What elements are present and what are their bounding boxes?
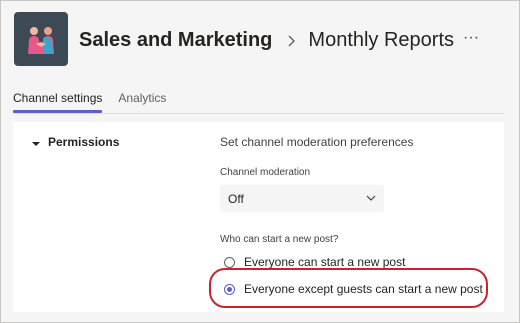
radio-label: Everyone can start a new post — [244, 255, 406, 269]
team-name[interactable]: Sales and Marketing — [79, 29, 272, 52]
breadcrumb: Sales and Marketing Monthly Reports ··· — [79, 29, 479, 52]
tabs-divider — [13, 113, 504, 114]
new-post-question: Who can start a new post? — [220, 234, 339, 245]
channel-name: Monthly Reports — [308, 29, 455, 51]
option-everyone[interactable]: Everyone can start a new post — [224, 255, 405, 269]
dropdown-value: Off — [228, 192, 244, 206]
permissions-description: Set channel moderation preferences — [220, 135, 414, 149]
handshake-icon — [28, 27, 54, 54]
chevron-right-icon — [288, 35, 296, 46]
channel-moderation-dropdown[interactable]: Off — [220, 185, 384, 212]
more-options-icon[interactable]: ··· — [463, 29, 479, 47]
radio-everyone[interactable] — [224, 256, 235, 268]
tab-channel-settings[interactable]: Channel settings — [13, 91, 103, 113]
permissions-heading[interactable]: Permissions — [48, 135, 119, 149]
caret-down-icon[interactable] — [32, 140, 40, 148]
team-avatar[interactable] — [14, 12, 68, 66]
chevron-down-icon — [366, 195, 376, 201]
radio-except-guests[interactable] — [224, 283, 235, 295]
radio-label: Everyone except guests can start a new p… — [244, 282, 483, 296]
tab-analytics[interactable]: Analytics — [118, 91, 166, 113]
settings-tabs: Channel settings Analytics — [13, 91, 182, 113]
channel-moderation-label: Channel moderation — [220, 167, 311, 178]
permissions-card: Permissions Set channel moderation prefe… — [13, 122, 504, 312]
channel-header: Sales and Marketing Monthly Reports ··· — [1, 1, 519, 85]
option-except-guests[interactable]: Everyone except guests can start a new p… — [224, 282, 483, 296]
